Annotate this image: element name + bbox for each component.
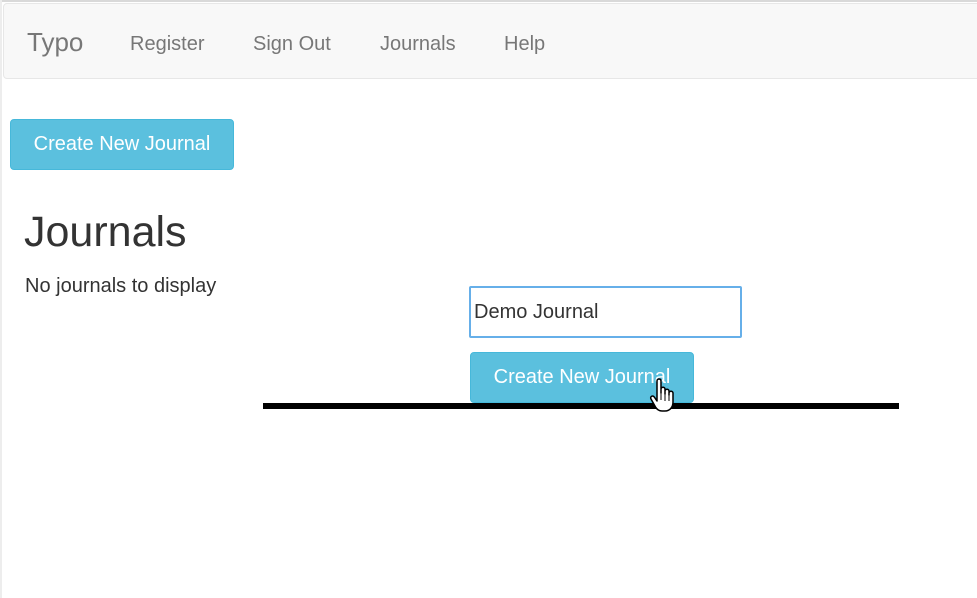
empty-journals-message: No journals to display <box>25 275 217 297</box>
navbar-brand[interactable]: Typo <box>27 27 83 57</box>
create-new-journal-button[interactable]: Create New Journal <box>10 119 234 170</box>
hand-pointer-icon <box>649 378 674 412</box>
nav-link-register[interactable]: Register <box>130 32 204 56</box>
nav-link-sign-out[interactable]: Sign Out <box>253 32 331 56</box>
top-navbar: Typo Register Sign Out Journals Help <box>3 3 977 79</box>
window-top-border <box>0 0 977 2</box>
nav-link-journals[interactable]: Journals <box>380 32 456 56</box>
page-title: Journals <box>24 208 187 256</box>
form-divider <box>263 403 899 409</box>
nav-link-help[interactable]: Help <box>504 32 545 56</box>
journal-name-input[interactable] <box>469 286 742 338</box>
window-left-border <box>0 0 2 598</box>
